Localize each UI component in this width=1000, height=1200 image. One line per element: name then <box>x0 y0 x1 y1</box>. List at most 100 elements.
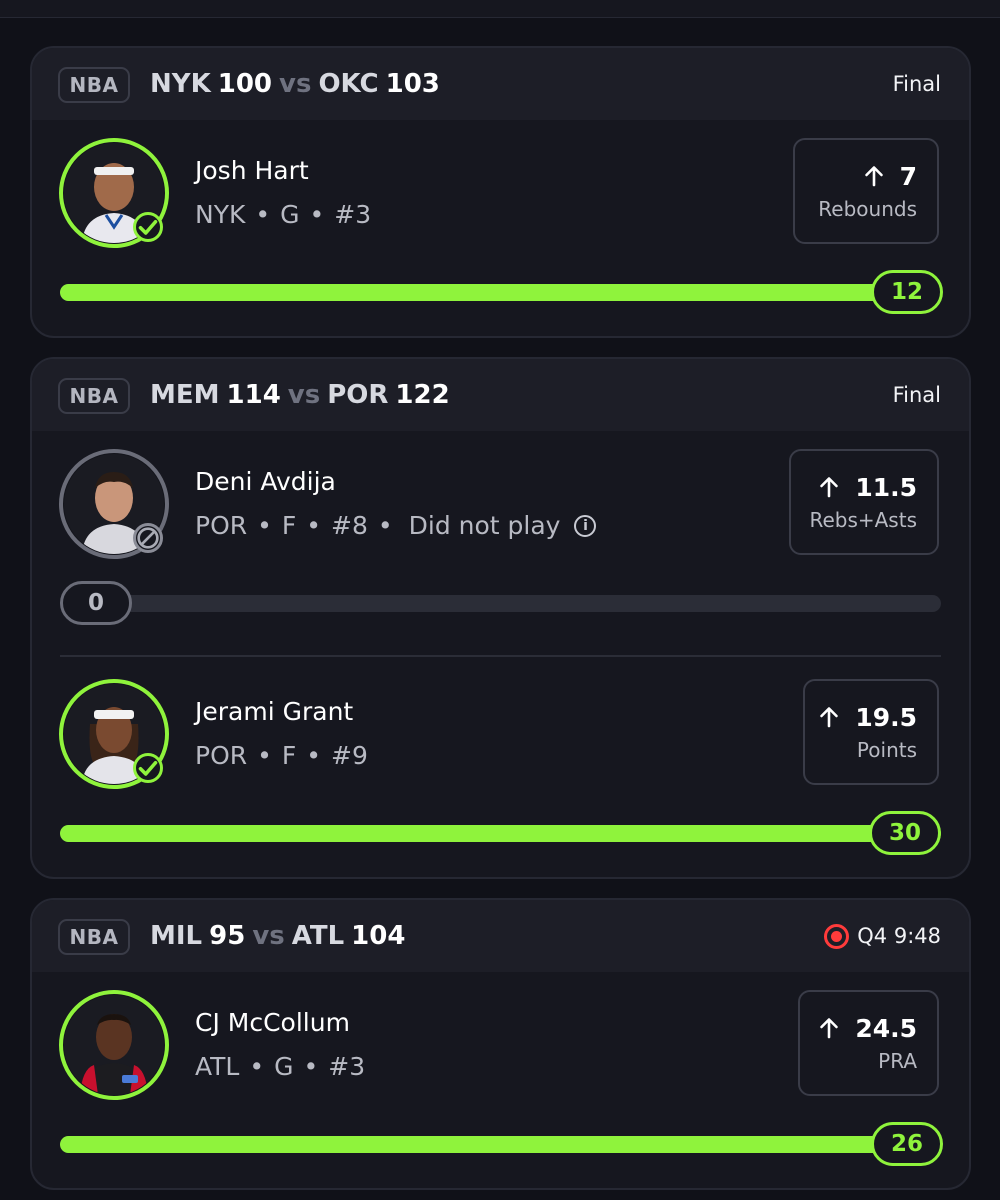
avatar <box>59 990 169 1100</box>
separator: • <box>303 1052 319 1081</box>
progress-track <box>60 284 941 301</box>
stat-type: Points <box>856 737 917 762</box>
game-card[interactable]: NBA MEM 114 vs POR 122 Final Deni Avdija <box>30 357 971 879</box>
score-home: 104 <box>351 921 406 951</box>
player-team: ATL <box>195 1052 240 1081</box>
check-icon <box>133 753 163 783</box>
vs-label: vs <box>252 921 285 951</box>
vs-label: vs <box>279 69 312 99</box>
stat-line-box: 19.5 Points <box>803 679 939 785</box>
actual-stat-pill: 0 <box>60 581 132 625</box>
player-position: G <box>274 1052 294 1081</box>
score-home: 103 <box>385 69 440 99</box>
arrow-up-icon <box>820 707 839 728</box>
game-status-text: Q4 9:48 <box>857 924 941 948</box>
team-away: NYK <box>150 69 211 99</box>
player-pick[interactable]: Jerami Grant POR • F • #9 19.5 Points 30 <box>32 661 969 861</box>
game-status-text: Final <box>892 383 941 407</box>
stat-line-value: 24.5 <box>855 1013 917 1043</box>
stat-line-box: 24.5 PRA <box>798 990 939 1096</box>
top-bar <box>0 0 1000 18</box>
stat-type: PRA <box>878 1048 917 1073</box>
stat-type: Rebs+Asts <box>809 507 917 532</box>
actual-stat-pill: 12 <box>871 270 943 314</box>
avatar <box>59 679 169 789</box>
matchup: MEM 114 vs POR 122 <box>150 377 450 413</box>
dnp-label: Did not play <box>408 511 561 540</box>
stat-line-value: 19.5 <box>855 702 917 732</box>
game-status-text: Final <box>892 72 941 96</box>
score-away: 100 <box>217 69 273 99</box>
stat-line-value: 7 <box>899 161 917 191</box>
player-team: POR <box>195 511 248 540</box>
stat-line-box: 7 Rebounds <box>793 138 939 244</box>
score-away: 95 <box>209 921 246 951</box>
player-number: #3 <box>328 1052 366 1081</box>
player-name: Jerami Grant <box>195 697 354 726</box>
separator: • <box>309 200 325 229</box>
arrow-up-icon <box>864 166 883 187</box>
player-number: #8 <box>331 511 368 540</box>
stat-type: Rebounds <box>818 196 917 221</box>
vs-label: vs <box>287 380 321 410</box>
team-away: MEM <box>150 380 220 410</box>
stat-line-box: 11.5 Rebs+Asts <box>789 449 939 555</box>
game-card[interactable]: NBA NYK 100 vs OKC 103 Final Josh Hart N… <box>30 46 971 338</box>
actual-stat-pill: 26 <box>871 1122 943 1166</box>
player-team: NYK <box>195 200 246 229</box>
player-meta: ATL • G • #3 <box>195 1052 365 1081</box>
game-status: Final <box>893 379 941 411</box>
player-number: #3 <box>334 200 372 229</box>
actual-stat-pill: 30 <box>869 811 941 855</box>
stat-line-value: 11.5 <box>855 472 917 502</box>
matchup: MIL 95 vs ATL 104 <box>150 918 405 954</box>
game-card[interactable]: NBA MIL 95 vs ATL 104 Q4 9:48 CJ McCollu… <box>30 898 971 1190</box>
score-home: 122 <box>395 380 450 410</box>
player-meta: POR • F • #9 <box>195 741 368 770</box>
player-pick[interactable]: CJ McCollum ATL • G • #3 24.5 PRA 26 <box>32 972 969 1172</box>
avatar <box>59 449 169 559</box>
team-home: OKC <box>318 69 379 99</box>
avatar <box>59 138 169 248</box>
player-meta: POR • F • #8 • Did not play i <box>195 511 597 540</box>
player-team: POR <box>195 741 248 770</box>
player-name: Josh Hart <box>195 156 309 185</box>
progress-track <box>60 595 941 612</box>
info-icon[interactable]: i <box>574 514 597 537</box>
player-position: G <box>280 200 300 229</box>
score-away: 114 <box>226 380 281 410</box>
separator: • <box>377 511 393 540</box>
player-name: CJ McCollum <box>195 1008 350 1037</box>
ban-icon <box>133 523 163 553</box>
check-icon <box>133 212 163 242</box>
progress-track <box>60 1136 941 1153</box>
progress-fill <box>60 284 941 301</box>
player-meta: NYK • G • #3 <box>195 200 371 229</box>
matchup: NYK 100 vs OKC 103 <box>150 66 440 102</box>
player-pick[interactable]: Deni Avdija POR • F • #8 • Did not play … <box>32 431 969 631</box>
game-status: Final <box>893 68 941 100</box>
team-home: ATL <box>291 921 345 951</box>
progress-fill <box>60 825 941 842</box>
arrow-up-icon <box>820 477 839 498</box>
divider <box>60 655 941 657</box>
league-badge: NBA <box>58 67 130 103</box>
player-pick[interactable]: Josh Hart NYK • G • #3 7 Rebounds 12 <box>32 120 969 320</box>
player-headshot-icon <box>64 995 164 1095</box>
live-indicator-icon <box>824 923 850 949</box>
player-position: F <box>281 511 297 540</box>
team-away: MIL <box>150 921 203 951</box>
separator: • <box>306 741 322 770</box>
game-status: Q4 9:48 <box>824 920 941 952</box>
game-header: NBA MEM 114 vs POR 122 Final <box>32 359 969 431</box>
team-home: POR <box>327 380 389 410</box>
player-name: Deni Avdija <box>195 467 336 496</box>
separator: • <box>257 511 272 540</box>
separator: • <box>255 200 271 229</box>
progress-track <box>60 825 941 842</box>
league-badge: NBA <box>58 378 130 414</box>
game-header: NBA NYK 100 vs OKC 103 Final <box>32 48 969 120</box>
separator: • <box>257 741 272 770</box>
league-badge: NBA <box>58 919 130 955</box>
game-header: NBA MIL 95 vs ATL 104 Q4 9:48 <box>32 900 969 972</box>
